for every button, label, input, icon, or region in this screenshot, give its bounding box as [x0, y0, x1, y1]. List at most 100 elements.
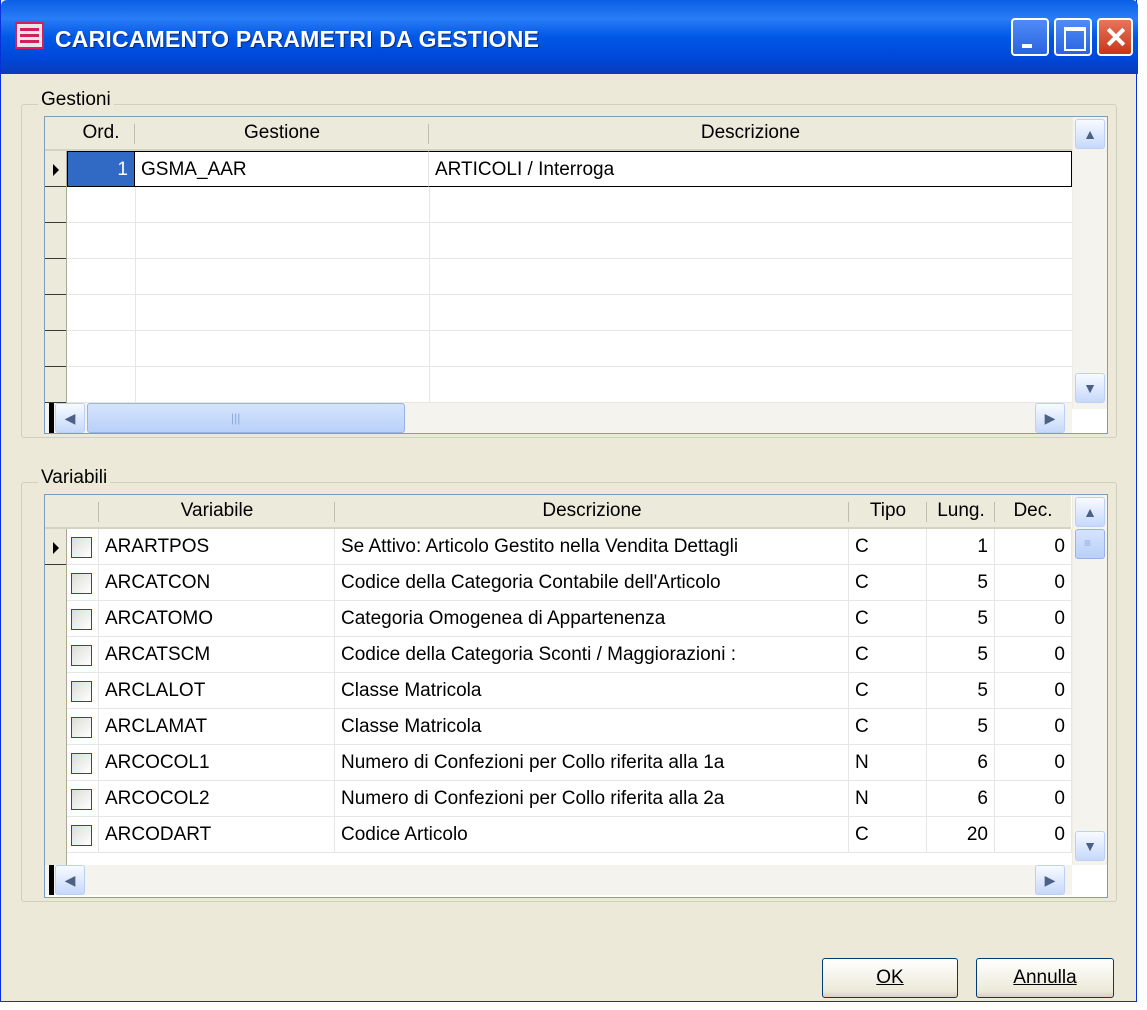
scroll-left-icon[interactable]: ◀ [55, 865, 85, 895]
checkbox-cell[interactable] [67, 529, 99, 565]
variabile-cell[interactable]: ARCLAMAT [99, 709, 335, 745]
dec-cell[interactable]: 0 [995, 601, 1072, 637]
variabile-cell[interactable]: ARARTPOS [99, 529, 335, 565]
table-row[interactable]: ARCOCOL2 Numero di Confezioni per Collo r… [67, 781, 1072, 817]
table-row[interactable]: ARCODART Codice Articolo C 20 0 [67, 817, 1072, 853]
descrizione-cell[interactable]: Classe Matricola [335, 709, 849, 745]
scroll-thumb[interactable]: ≡ [1075, 529, 1105, 559]
select-checkbox[interactable] [71, 825, 92, 846]
lung-cell[interactable]: 5 [927, 601, 995, 637]
column-header-variabile[interactable]: Variabile [99, 495, 335, 529]
annulla-button[interactable]: Annulla [976, 958, 1114, 998]
column-header-ord[interactable]: Ord. [67, 117, 135, 151]
dec-cell[interactable]: 0 [995, 817, 1072, 853]
variabili-grid[interactable]: Variabile Descrizione Tipo Lung. Dec. AR… [44, 494, 1108, 898]
row-selector[interactable] [45, 151, 66, 187]
tipo-cell[interactable]: C [849, 637, 927, 673]
dec-cell[interactable]: 0 [995, 673, 1072, 709]
column-header-lung[interactable]: Lung. [927, 495, 995, 529]
select-checkbox[interactable] [71, 789, 92, 810]
gestioni-grid[interactable]: Ord. Gestione Descrizione 1 GSMA_AAR ART… [44, 116, 1108, 434]
lung-cell[interactable]: 5 [927, 673, 995, 709]
close-button[interactable] [1097, 18, 1133, 56]
checkbox-cell[interactable] [67, 709, 99, 745]
scroll-right-icon[interactable]: ▶ [1035, 403, 1065, 433]
table-row[interactable]: ARCATSCM Codice della Categoria Sconti / … [67, 637, 1072, 673]
horizontal-scrollbar[interactable]: ◀ ||| ▶ [45, 403, 1072, 433]
table-row[interactable]: ARCATCON Codice della Categoria Contabile… [67, 565, 1072, 601]
ord-cell[interactable]: 1 [67, 151, 135, 187]
variabile-cell[interactable]: ARCOCOL1 [99, 745, 335, 781]
checkbox-cell[interactable] [67, 637, 99, 673]
lung-cell[interactable]: 20 [927, 817, 995, 853]
select-checkbox[interactable] [71, 717, 92, 738]
descrizione-cell[interactable]: Numero di Confezioni per Collo riferita … [335, 745, 849, 781]
variabile-cell[interactable]: ARCODART [99, 817, 335, 853]
vertical-scrollbar[interactable]: ▲ ▼ [1072, 117, 1107, 409]
ok-button[interactable]: OK [822, 958, 958, 998]
tipo-cell[interactable]: C [849, 673, 927, 709]
lung-cell[interactable]: 5 [927, 709, 995, 745]
descrizione-cell[interactable]: ARTICOLI / Interroga [429, 151, 1072, 187]
gestione-cell[interactable]: GSMA_AAR [135, 151, 429, 187]
row-selector[interactable] [45, 529, 66, 565]
select-checkbox[interactable] [71, 573, 92, 594]
column-header-gestione[interactable]: Gestione [135, 117, 429, 151]
checkbox-cell[interactable] [67, 745, 99, 781]
dec-cell[interactable]: 0 [995, 565, 1072, 601]
tipo-cell[interactable]: C [849, 565, 927, 601]
scroll-up-icon[interactable]: ▲ [1075, 119, 1105, 149]
select-checkbox[interactable] [71, 753, 92, 774]
descrizione-cell[interactable]: Codice della Categoria Contabile dell'Ar… [335, 565, 849, 601]
dec-cell[interactable]: 0 [995, 781, 1072, 817]
select-checkbox[interactable] [71, 645, 92, 666]
dec-cell[interactable]: 0 [995, 745, 1072, 781]
variabile-cell[interactable]: ARCATCON [99, 565, 335, 601]
title-bar[interactable]: CARICAMENTO PARAMETRI DA GESTIONE [1, 0, 1138, 74]
checkbox-cell[interactable] [67, 565, 99, 601]
vertical-scrollbar[interactable]: ▲ ≡ ▼ [1072, 495, 1107, 865]
select-checkbox[interactable] [71, 681, 92, 702]
lung-cell[interactable]: 6 [927, 745, 995, 781]
descrizione-cell[interactable]: Numero di Confezioni per Collo riferita … [335, 781, 849, 817]
scroll-up-icon[interactable]: ▲ [1075, 497, 1105, 527]
descrizione-cell[interactable]: Se Attivo: Articolo Gestito nella Vendit… [335, 529, 849, 565]
descrizione-cell[interactable]: Classe Matricola [335, 673, 849, 709]
scroll-down-icon[interactable]: ▼ [1075, 831, 1105, 861]
lung-cell[interactable]: 1 [927, 529, 995, 565]
horizontal-scrollbar[interactable]: ◀ ▶ [45, 865, 1072, 895]
select-checkbox[interactable] [71, 609, 92, 630]
table-row[interactable]: ARCLAMAT Classe Matricola C 5 0 [67, 709, 1072, 745]
table-row[interactable]: ARCATOMO Categoria Omogenea di Appartenen… [67, 601, 1072, 637]
tipo-cell[interactable]: C [849, 817, 927, 853]
variabile-cell[interactable]: ARCOCOL2 [99, 781, 335, 817]
table-row[interactable]: 1 GSMA_AAR ARTICOLI / Interroga [67, 151, 1072, 187]
column-header-descrizione[interactable]: Descrizione [335, 495, 849, 529]
variabile-cell[interactable]: ARCATOMO [99, 601, 335, 637]
scroll-left-icon[interactable]: ◀ [55, 403, 85, 433]
select-checkbox[interactable] [71, 537, 92, 558]
tipo-cell[interactable]: N [849, 781, 927, 817]
table-row[interactable]: ARARTPOS Se Attivo: Articolo Gestito nell… [67, 529, 1072, 565]
column-header-check[interactable] [67, 495, 99, 529]
variabile-cell[interactable]: ARCLALOT [99, 673, 335, 709]
scroll-thumb[interactable]: ||| [87, 403, 405, 433]
scroll-right-icon[interactable]: ▶ [1035, 865, 1065, 895]
tipo-cell[interactable]: C [849, 601, 927, 637]
tipo-cell[interactable]: N [849, 745, 927, 781]
column-header-tipo[interactable]: Tipo [849, 495, 927, 529]
dec-cell[interactable]: 0 [995, 529, 1072, 565]
tipo-cell[interactable]: C [849, 529, 927, 565]
descrizione-cell[interactable]: Categoria Omogenea di Appartenenza [335, 601, 849, 637]
table-row[interactable]: ARCLALOT Classe Matricola C 5 0 [67, 673, 1072, 709]
descrizione-cell[interactable]: Codice Articolo [335, 817, 849, 853]
column-header-descrizione[interactable]: Descrizione [429, 117, 1072, 151]
tipo-cell[interactable]: C [849, 709, 927, 745]
variabile-cell[interactable]: ARCATSCM [99, 637, 335, 673]
dec-cell[interactable]: 0 [995, 637, 1072, 673]
scroll-down-icon[interactable]: ▼ [1075, 373, 1105, 403]
checkbox-cell[interactable] [67, 601, 99, 637]
column-header-dec[interactable]: Dec. [995, 495, 1071, 529]
checkbox-cell[interactable] [67, 673, 99, 709]
table-row[interactable]: ARCOCOL1 Numero di Confezioni per Collo r… [67, 745, 1072, 781]
